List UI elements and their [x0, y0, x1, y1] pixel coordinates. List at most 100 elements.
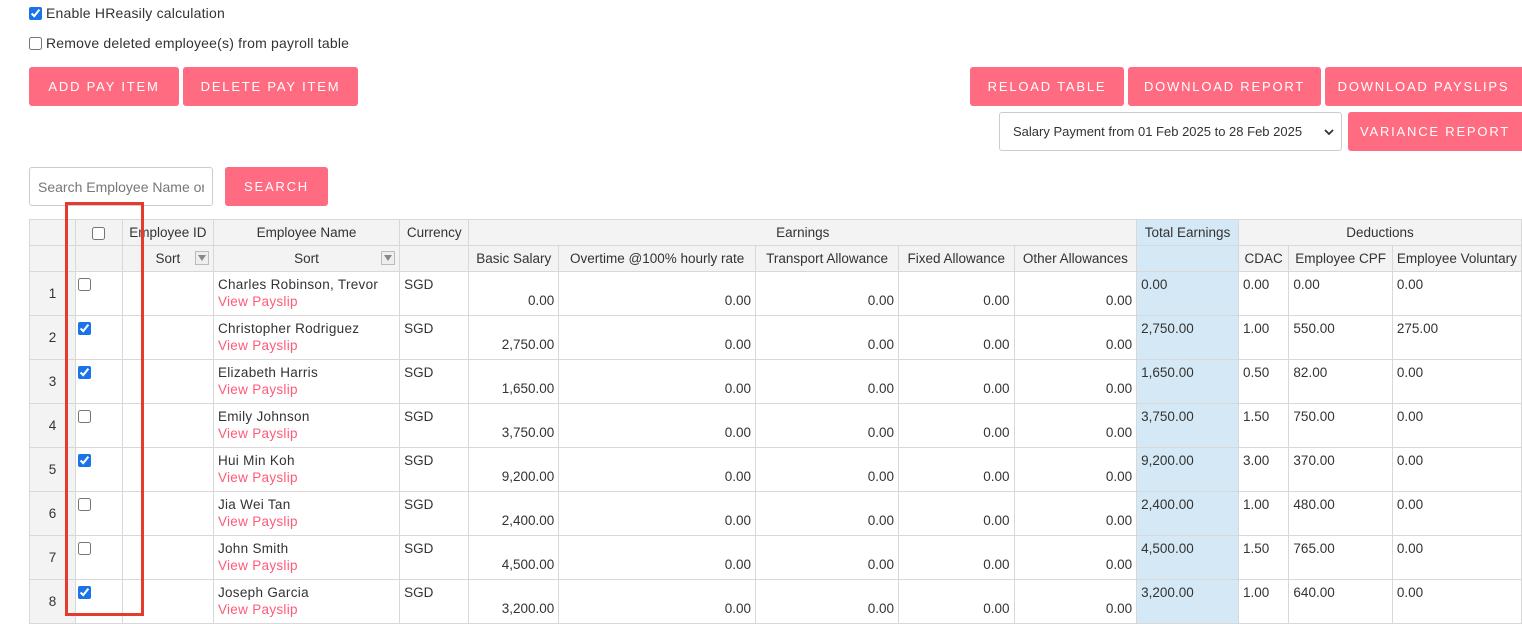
employee-cpf-cell[interactable]: 550.00 — [1288, 315, 1393, 360]
transport-allowance-cell[interactable]: 0.00 — [755, 579, 900, 624]
fixed-allowance-cell[interactable]: 0.00 — [898, 579, 1015, 624]
employee-cpf-cell[interactable]: 0.00 — [1288, 271, 1393, 316]
other-allowances-cell[interactable]: 0.00 — [1013, 359, 1138, 404]
overtime-cell[interactable]: 0.00 — [558, 579, 757, 624]
employee-id-sort[interactable]: Sort — [121, 245, 214, 272]
employee-voluntary-cell[interactable]: 275.00 — [1391, 315, 1522, 360]
fixed-allowance-cell[interactable]: 0.00 — [898, 491, 1015, 536]
transport-allowance-cell[interactable]: 0.00 — [755, 491, 900, 536]
employee-cpf-cell[interactable]: 82.00 — [1288, 359, 1393, 404]
cdac-cell[interactable]: 3.00 — [1237, 447, 1290, 492]
header-overtime[interactable]: Overtime @100% hourly rate — [558, 245, 757, 272]
overtime-cell[interactable]: 0.00 — [558, 403, 757, 448]
view-payslip-link[interactable]: View Payslip — [218, 426, 395, 441]
basic-salary-cell[interactable]: 4,500.00 — [468, 535, 560, 580]
overtime-cell[interactable]: 0.00 — [558, 535, 757, 580]
row-select-checkbox[interactable] — [78, 586, 92, 599]
header-total-earnings[interactable]: Total Earnings — [1136, 219, 1239, 246]
transport-allowance-cell[interactable]: 0.00 — [755, 359, 900, 404]
fixed-allowance-cell[interactable]: 0.00 — [898, 271, 1015, 316]
table-row[interactable]: 4 Emily Johnson View Payslip SGD 3,750.00 0.0… — [28, 403, 1522, 448]
table-row[interactable]: 6 Jia Wei Tan View Payslip SGD 2,400.00 0.00 0… — [28, 491, 1522, 536]
variance-report-button[interactable]: VARIANCE REPORT — [1348, 112, 1522, 151]
employee-voluntary-cell[interactable]: 0.00 — [1391, 271, 1522, 316]
row-select-checkbox[interactable] — [78, 410, 92, 423]
view-payslip-link[interactable]: View Payslip — [218, 470, 395, 485]
overtime-cell[interactable]: 0.00 — [558, 271, 757, 316]
basic-salary-cell[interactable]: 9,200.00 — [468, 447, 560, 492]
header-employee-voluntary[interactable]: Employee Voluntary — [1391, 245, 1522, 272]
select-all-checkbox[interactable] — [92, 226, 106, 240]
cdac-cell[interactable]: 1.00 — [1237, 579, 1290, 624]
header-employee-name[interactable]: Employee Name — [212, 219, 401, 246]
table-row[interactable]: 3 Elizabeth Harris View Payslip SGD 1,650.00… — [28, 359, 1522, 404]
cdac-cell[interactable]: 0.00 — [1237, 271, 1290, 316]
search-button[interactable]: SEARCH — [225, 167, 328, 206]
sort-dropdown-icon[interactable] — [194, 251, 209, 265]
employee-voluntary-cell[interactable]: 0.00 — [1391, 447, 1522, 492]
salary-period-select[interactable]: Salary Payment from 01 Feb 2025 to 28 Fe… — [999, 112, 1342, 151]
view-payslip-link[interactable]: View Payslip — [218, 602, 395, 617]
header-transport-allowance[interactable]: Transport Allowance — [755, 245, 900, 272]
basic-salary-cell[interactable]: 3,750.00 — [468, 403, 560, 448]
table-row[interactable]: 8 Joseph Garcia View Payslip SGD 3,200.00 0.0… — [28, 579, 1522, 624]
row-select-checkbox[interactable] — [78, 278, 92, 291]
remove-deleted-checkbox[interactable] — [29, 36, 42, 50]
fixed-allowance-cell[interactable]: 0.00 — [898, 447, 1015, 492]
reload-table-button[interactable]: RELOAD TABLE — [970, 67, 1124, 106]
header-fixed-allowance[interactable]: Fixed Allowance — [898, 245, 1015, 272]
fixed-allowance-cell[interactable]: 0.00 — [898, 535, 1015, 580]
download-payslips-button[interactable]: DOWNLOAD PAYSLIPS — [1325, 67, 1522, 106]
remove-deleted-option[interactable]: Remove deleted employee(s) from payroll … — [29, 35, 349, 51]
view-payslip-link[interactable]: View Payslip — [218, 382, 395, 397]
transport-allowance-cell[interactable]: 0.00 — [755, 271, 900, 316]
row-select-checkbox[interactable] — [78, 542, 92, 555]
header-employee-id[interactable]: Employee ID — [121, 219, 214, 246]
row-select-checkbox[interactable] — [78, 498, 92, 511]
employee-voluntary-cell[interactable]: 0.00 — [1391, 359, 1522, 404]
row-select-checkbox[interactable] — [78, 366, 92, 379]
fixed-allowance-cell[interactable]: 0.00 — [898, 403, 1015, 448]
download-report-button[interactable]: DOWNLOAD REPORT — [1128, 67, 1321, 106]
table-row[interactable]: 2 Christopher Rodriguez View Payslip SGD 2,7… — [28, 315, 1522, 360]
delete-pay-item-button[interactable]: DELETE PAY ITEM — [183, 67, 358, 106]
employee-cpf-cell[interactable]: 750.00 — [1288, 403, 1393, 448]
basic-salary-cell[interactable]: 0.00 — [468, 271, 560, 316]
search-employee-input[interactable] — [29, 167, 213, 206]
other-allowances-cell[interactable]: 0.00 — [1013, 535, 1138, 580]
other-allowances-cell[interactable]: 0.00 — [1013, 491, 1138, 536]
fixed-allowance-cell[interactable]: 0.00 — [898, 315, 1015, 360]
add-pay-item-button[interactable]: ADD PAY ITEM — [29, 67, 179, 106]
table-row[interactable]: 1 Charles Robinson, Trevor View Payslip SGD… — [28, 271, 1522, 316]
view-payslip-link[interactable]: View Payslip — [218, 558, 395, 573]
cdac-cell[interactable]: 1.50 — [1237, 535, 1290, 580]
overtime-cell[interactable]: 0.00 — [558, 315, 757, 360]
fixed-allowance-cell[interactable]: 0.00 — [898, 359, 1015, 404]
sort-dropdown-icon[interactable] — [381, 251, 396, 265]
employee-voluntary-cell[interactable]: 0.00 — [1391, 579, 1522, 624]
other-allowances-cell[interactable]: 0.00 — [1013, 579, 1138, 624]
view-payslip-link[interactable]: View Payslip — [218, 294, 395, 309]
cdac-cell[interactable]: 0.50 — [1237, 359, 1290, 404]
view-payslip-link[interactable]: View Payslip — [218, 338, 395, 353]
employee-voluntary-cell[interactable]: 0.00 — [1391, 535, 1522, 580]
transport-allowance-cell[interactable]: 0.00 — [755, 447, 900, 492]
employee-voluntary-cell[interactable]: 0.00 — [1391, 403, 1522, 448]
transport-allowance-cell[interactable]: 0.00 — [755, 403, 900, 448]
employee-cpf-cell[interactable]: 640.00 — [1288, 579, 1393, 624]
other-allowances-cell[interactable]: 0.00 — [1013, 447, 1138, 492]
basic-salary-cell[interactable]: 3,200.00 — [468, 579, 560, 624]
view-payslip-link[interactable]: View Payslip — [218, 514, 395, 529]
employee-cpf-cell[interactable]: 765.00 — [1288, 535, 1393, 580]
transport-allowance-cell[interactable]: 0.00 — [755, 535, 900, 580]
header-cdac[interactable]: CDAC — [1237, 245, 1290, 272]
employee-name-sort[interactable]: Sort — [212, 245, 401, 272]
overtime-cell[interactable]: 0.00 — [558, 447, 757, 492]
basic-salary-cell[interactable]: 2,400.00 — [468, 491, 560, 536]
transport-allowance-cell[interactable]: 0.00 — [755, 315, 900, 360]
enable-calculation-checkbox[interactable] — [29, 6, 42, 20]
table-row[interactable]: 7 John Smith View Payslip SGD 4,500.00 0.00 0.… — [28, 535, 1522, 580]
header-other-allowances[interactable]: Other Allowances — [1013, 245, 1138, 272]
basic-salary-cell[interactable]: 1,650.00 — [468, 359, 560, 404]
cdac-cell[interactable]: 1.50 — [1237, 403, 1290, 448]
